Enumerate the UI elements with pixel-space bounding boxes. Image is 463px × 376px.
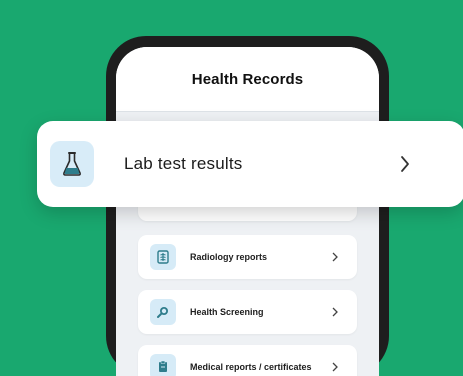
chevron-right-icon xyxy=(325,302,345,322)
list-item-label: Radiology reports xyxy=(190,252,268,262)
phone-screen: Health Records Radiology reports Health … xyxy=(116,47,379,376)
list-item-label: Medical reports / certificates xyxy=(190,362,312,372)
chevron-right-icon xyxy=(393,152,417,176)
lab-test-results-card[interactable]: Lab test results xyxy=(37,121,463,207)
document-icon xyxy=(150,354,176,376)
app-canvas: Health Records Radiology reports Health … xyxy=(0,0,463,376)
screen-header: Health Records xyxy=(116,47,379,112)
list-item-health-screening[interactable]: Health Screening xyxy=(138,290,357,334)
chevron-right-icon xyxy=(325,357,345,376)
xray-icon xyxy=(150,244,176,270)
list-item-radiology[interactable]: Radiology reports xyxy=(138,235,357,279)
chevron-right-icon xyxy=(325,247,345,267)
list-item-label: Health Screening xyxy=(190,307,264,317)
page-title: Health Records xyxy=(191,70,304,88)
list-item-medical-reports[interactable]: Medical reports / certificates xyxy=(138,345,357,376)
lab-test-results-label: Lab test results xyxy=(124,154,243,173)
flask-icon xyxy=(50,141,94,187)
magnifier-icon xyxy=(150,299,176,325)
